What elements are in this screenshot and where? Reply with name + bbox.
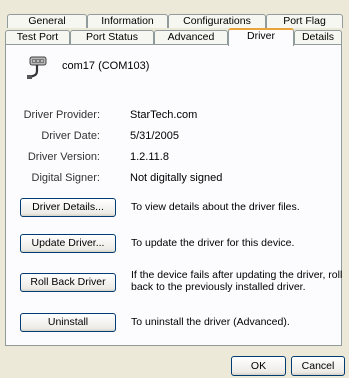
driver-date-value: 5/31/2005 [130, 130, 179, 142]
digital-signer-value: Not digitally signed [130, 172, 223, 184]
tab-test-port[interactable]: Test Port [5, 30, 70, 44]
roll-back-description-line1: If the device fails after updating the d… [131, 269, 343, 281]
update-driver-description: To update the driver for this device. [131, 237, 295, 249]
roll-back-driver-button[interactable]: Roll Back Driver [20, 273, 116, 292]
driver-provider-value: StarTech.com [130, 109, 198, 121]
driver-tab-panel: com17 (COM103) Driver Provider: StarTech… [5, 44, 342, 346]
driver-details-description: To view details about the driver files. [131, 201, 300, 213]
driver-version-label: Driver Version: [27, 151, 100, 163]
tab-driver[interactable]: Driver [228, 28, 294, 46]
tab-port-flag[interactable]: Port Flag [266, 14, 343, 28]
serial-port-icon [26, 55, 50, 81]
cancel-button[interactable]: Cancel [291, 356, 345, 376]
device-name: com17 (COM103) [62, 60, 150, 72]
driver-details-button[interactable]: Driver Details... [20, 198, 116, 217]
update-driver-button[interactable]: Update Driver... [20, 234, 116, 253]
tab-information[interactable]: Information [87, 14, 168, 28]
driver-date-label: Driver Date: [41, 130, 100, 142]
tab-advanced[interactable]: Advanced [154, 30, 228, 44]
tab-details[interactable]: Details [294, 30, 342, 44]
driver-version-value: 1.2.11.8 [130, 151, 169, 163]
driver-provider-label: Driver Provider: [23, 109, 100, 121]
roll-back-description-line2: back to the previously installed driver. [131, 281, 306, 293]
uninstall-description: To uninstall the driver (Advanced). [131, 316, 290, 328]
tab-port-status[interactable]: Port Status [70, 30, 154, 44]
uninstall-button[interactable]: Uninstall [20, 313, 116, 332]
tab-configurations[interactable]: Configurations [168, 14, 266, 28]
digital-signer-label: Digital Signer: [31, 172, 100, 184]
ok-button[interactable]: OK [231, 356, 286, 376]
tab-general[interactable]: General [7, 14, 87, 28]
